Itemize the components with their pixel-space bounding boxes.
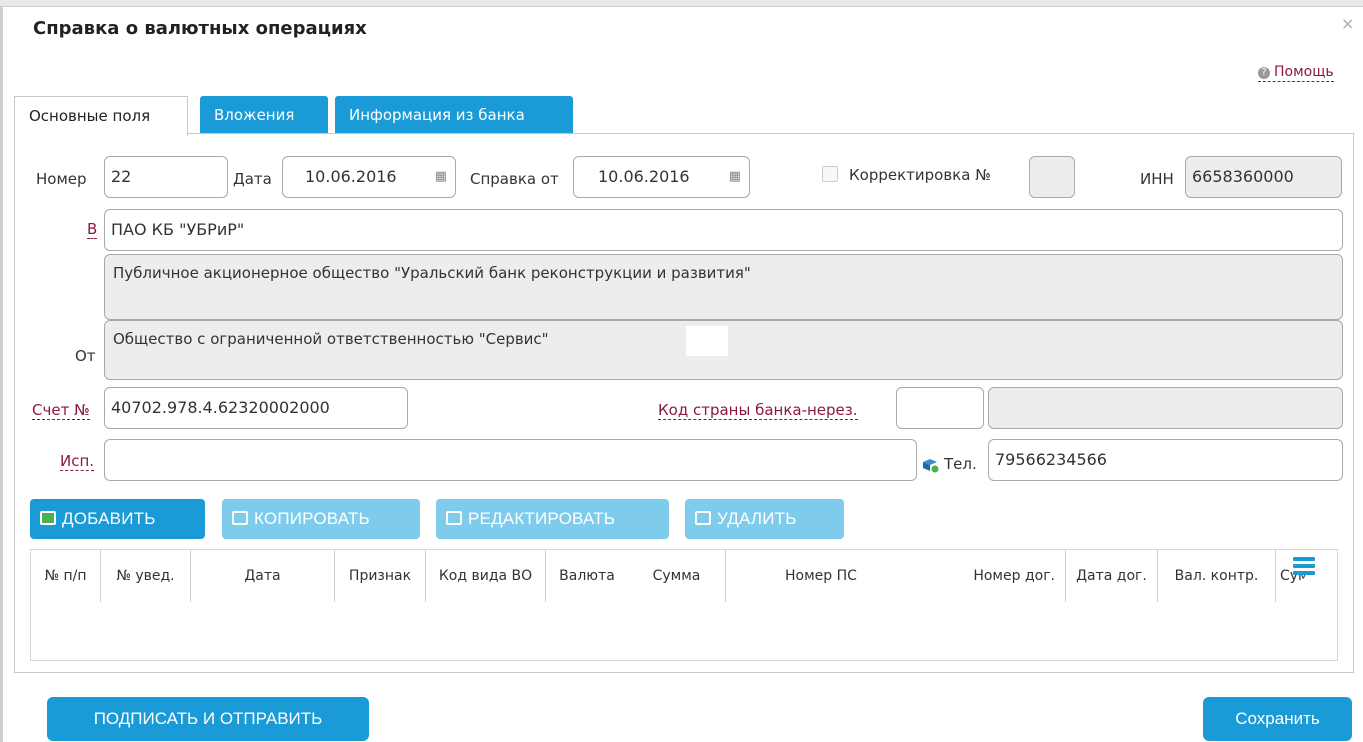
window-left-border <box>0 6 3 742</box>
help-label: Помощь <box>1274 64 1334 80</box>
executor-field[interactable] <box>104 439 917 481</box>
column-menu-icon[interactable] <box>1293 557 1315 579</box>
column-header[interactable]: Код вида ВО <box>426 550 546 602</box>
blank-patch <box>686 326 728 356</box>
add-button[interactable]: ДОБАВИТЬ <box>30 499 205 539</box>
tab-attachments[interactable]: Вложения <box>200 96 328 134</box>
correction-checkbox[interactable] <box>822 166 838 182</box>
column-header[interactable]: № п/п <box>31 550 101 602</box>
window-top-border <box>0 0 1363 7</box>
column-header[interactable]: Номер дог. <box>916 550 1066 602</box>
close-icon[interactable]: × <box>1341 14 1354 33</box>
country-name-field <box>988 387 1343 429</box>
tab-main-fields[interactable]: Основные поля <box>14 96 188 136</box>
dialog-title: Справка о валютных операциях <box>33 18 367 39</box>
bank-full-name: Публичное акционерное общество "Уральски… <box>104 254 1343 320</box>
column-header[interactable]: № увед. <box>101 550 191 602</box>
phone-label: Тел. <box>944 455 977 473</box>
bank-field[interactable]: ПАО КБ "УБРиР" <box>104 209 1343 251</box>
phone-book-icon[interactable] <box>921 457 939 477</box>
phone-field[interactable]: 79566234566 <box>988 439 1343 481</box>
add-icon <box>40 511 56 525</box>
edit-button-label: РЕДАКТИРОВАТЬ <box>468 509 616 528</box>
ref-date-value: 10.06.2016 <box>598 167 690 186</box>
number-label: Номер <box>36 170 87 188</box>
correction-number-field <box>1029 156 1075 198</box>
country-code-field[interactable] <box>896 387 984 429</box>
copy-button[interactable]: КОПИРОВАТЬ <box>222 499 420 539</box>
calendar-icon[interactable]: ▦ <box>729 157 741 197</box>
column-header[interactable]: Дата дог. <box>1066 550 1158 602</box>
sign-and-send-button[interactable]: ПОДПИСАТЬ И ОТПРАВИТЬ <box>47 697 369 741</box>
date-value: 10.06.2016 <box>305 167 397 186</box>
date-label: Дата <box>233 170 272 188</box>
column-header[interactable]: Валюта <box>546 550 628 602</box>
from-label: От <box>75 347 96 365</box>
delete-button-label: УДАЛИТЬ <box>717 509 797 528</box>
tab-bank-info[interactable]: Информация из банка <box>335 96 573 134</box>
add-button-label: ДОБАВИТЬ <box>62 509 156 528</box>
column-header[interactable]: Признак <box>334 550 426 602</box>
save-button[interactable]: Сохранить <box>1203 697 1352 741</box>
number-field[interactable]: 22 <box>104 156 228 198</box>
column-header[interactable]: Номер ПС <box>726 550 916 602</box>
inn-field: 6658360000 <box>1185 156 1342 198</box>
column-header[interactable]: Сумма <box>628 550 726 602</box>
edit-icon <box>446 511 462 525</box>
executor-label: Исп. <box>60 452 95 471</box>
ref-date-field[interactable]: 10.06.2016 ▦ <box>573 156 750 198</box>
column-header[interactable]: Дата <box>191 550 334 602</box>
help-icon: ? <box>1258 67 1270 79</box>
copy-button-label: КОПИРОВАТЬ <box>254 509 370 528</box>
calendar-icon[interactable]: ▦ <box>435 157 447 197</box>
column-header[interactable]: Вал. контр. <box>1158 550 1276 602</box>
ref-date-label: Справка от <box>470 170 559 188</box>
account-field[interactable]: 40702.978.4.62320002000 <box>104 387 408 429</box>
copy-icon <box>232 511 248 525</box>
edit-button[interactable]: РЕДАКТИРОВАТЬ <box>436 499 669 539</box>
help-link[interactable]: ? Помощь <box>1258 64 1334 82</box>
correction-label: Корректировка № <box>849 166 991 184</box>
country-code-label: Код страны банка-нерез. <box>658 401 858 420</box>
to-label: В <box>87 220 98 239</box>
inn-label: ИНН <box>1140 170 1174 188</box>
delete-icon <box>695 511 711 525</box>
date-field[interactable]: 10.06.2016 ▦ <box>282 156 456 198</box>
account-label: Счет № <box>32 401 90 420</box>
delete-button[interactable]: УДАЛИТЬ <box>685 499 844 539</box>
operations-table: № п/п № увед. Дата Признак Код вида ВО В… <box>30 549 1338 661</box>
